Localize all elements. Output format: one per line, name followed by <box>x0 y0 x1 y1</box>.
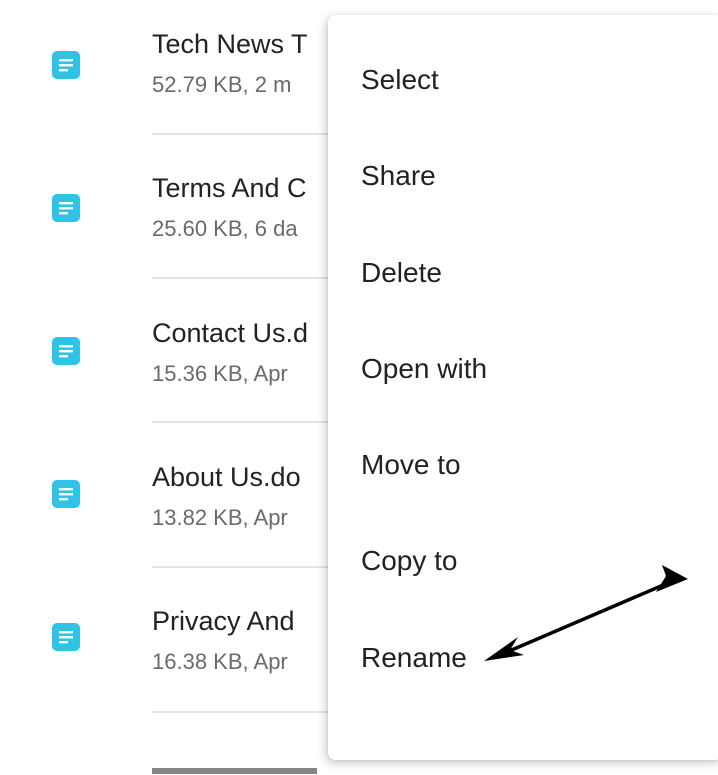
document-icon <box>52 480 80 508</box>
file-name: Terms And C <box>152 173 307 203</box>
menu-item-copy-to[interactable]: Copy to <box>361 545 458 577</box>
menu-item-move-to[interactable]: Move to <box>361 449 461 481</box>
menu-item-delete[interactable]: Delete <box>361 257 442 289</box>
menu-item-open-with[interactable]: Open with <box>361 353 487 385</box>
file-name-clipped <box>152 754 322 774</box>
file-meta: 13.82 KB, Apr <box>152 505 288 530</box>
menu-item-share[interactable]: Share <box>361 160 436 192</box>
file-name: Contact Us.d <box>152 318 309 348</box>
document-icon <box>52 194 80 222</box>
file-meta: 52.79 KB, 2 m <box>152 72 292 97</box>
file-name: Tech News T <box>152 29 308 59</box>
menu-item-rename[interactable]: Rename <box>361 642 467 674</box>
file-meta: 25.60 KB, 6 da <box>152 216 298 241</box>
document-icon <box>52 623 80 651</box>
file-name: About Us.do <box>152 462 301 492</box>
document-icon <box>52 51 80 79</box>
file-meta: 16.38 KB, Apr <box>152 649 288 674</box>
document-icon <box>52 337 80 365</box>
menu-item-select[interactable]: Select <box>361 64 439 96</box>
file-name: Privacy And <box>152 606 295 636</box>
context-menu: Select Share Delete Open with Move to Co… <box>328 15 718 760</box>
file-meta: 15.36 KB, Apr <box>152 361 288 386</box>
